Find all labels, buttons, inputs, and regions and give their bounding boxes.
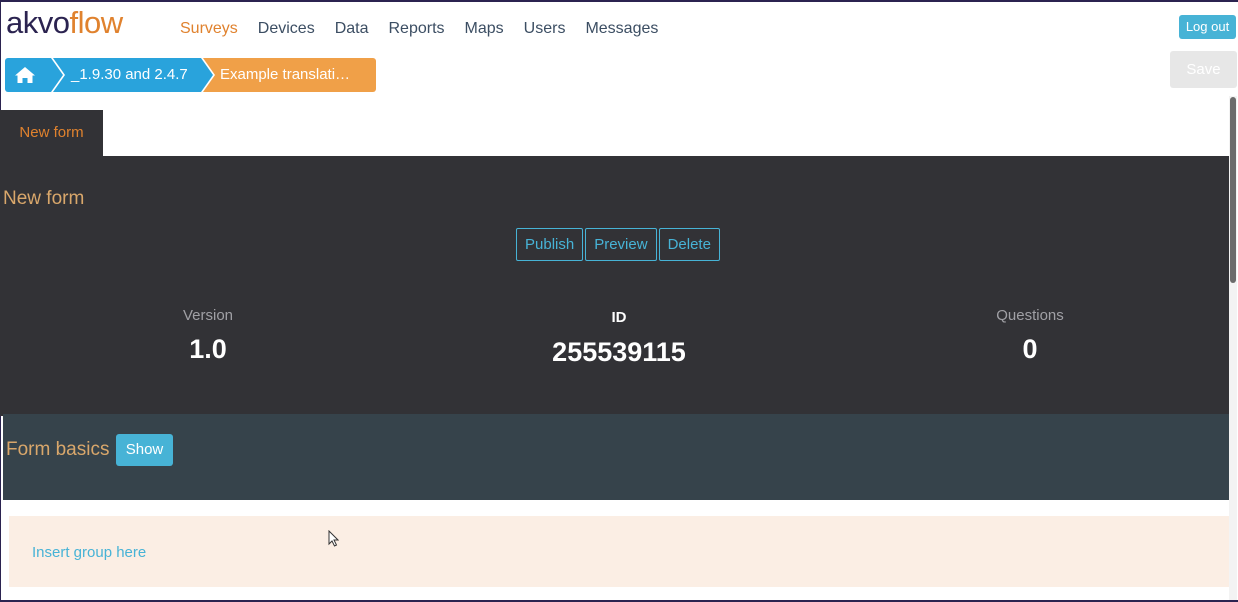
tab-new-form[interactable]: New form bbox=[0, 110, 103, 156]
form-panel: New form Publish Preview Delete Version … bbox=[0, 156, 1230, 416]
stat-version-label: Version bbox=[182, 307, 234, 324]
scrollbar-thumb[interactable] bbox=[1230, 97, 1236, 283]
breadcrumb-form[interactable]: Example translati… bbox=[203, 58, 376, 92]
top-border bbox=[0, 0, 1238, 2]
akvo-flow-logo[interactable]: akvoflow bbox=[6, 5, 123, 41]
logout-button[interactable]: Log out bbox=[1179, 15, 1236, 39]
form-title: New form bbox=[3, 188, 85, 209]
stat-questions: Questions 0 bbox=[930, 307, 1130, 365]
insert-group-link[interactable]: Insert group here bbox=[32, 544, 146, 561]
nav-users[interactable]: Users bbox=[524, 19, 566, 39]
nav-data[interactable]: Data bbox=[335, 19, 369, 39]
mouse-cursor-icon bbox=[328, 530, 339, 547]
preview-button[interactable]: Preview bbox=[585, 228, 657, 261]
main-nav: Surveys Devices Data Reports Maps Users … bbox=[180, 19, 678, 39]
stat-version-value: 1.0 bbox=[189, 334, 227, 364]
logo-flow: flow bbox=[69, 5, 123, 40]
home-icon bbox=[15, 67, 35, 83]
stat-questions-value: 0 bbox=[1022, 334, 1038, 364]
nav-reports[interactable]: Reports bbox=[389, 19, 445, 39]
form-basics-title: Form basics bbox=[6, 439, 110, 460]
breadcrumb-survey[interactable]: _1.9.30 and 2.4.7 bbox=[53, 58, 213, 92]
form-actions: Publish Preview Delete bbox=[516, 228, 720, 261]
insert-group-zone: Insert group here bbox=[9, 516, 1230, 587]
publish-button[interactable]: Publish bbox=[516, 228, 584, 261]
form-basics-bar: Form basics Show bbox=[3, 414, 1237, 500]
stat-id-value: 255539115 bbox=[552, 337, 686, 367]
logo-akvo: akvo bbox=[6, 5, 70, 40]
nav-devices[interactable]: Devices bbox=[258, 19, 315, 39]
nav-surveys[interactable]: Surveys bbox=[180, 19, 238, 39]
save-button[interactable]: Save bbox=[1170, 51, 1237, 88]
breadcrumb-home[interactable] bbox=[5, 58, 63, 92]
stat-id: ID 255539115 bbox=[519, 307, 719, 368]
nav-messages[interactable]: Messages bbox=[585, 19, 658, 39]
stat-version: Version 1.0 bbox=[108, 307, 308, 365]
stat-id-label: ID bbox=[611, 309, 627, 326]
nav-maps[interactable]: Maps bbox=[465, 19, 504, 39]
stat-questions-label: Questions bbox=[996, 307, 1064, 324]
show-button[interactable]: Show bbox=[116, 434, 173, 466]
delete-button[interactable]: Delete bbox=[658, 228, 720, 261]
